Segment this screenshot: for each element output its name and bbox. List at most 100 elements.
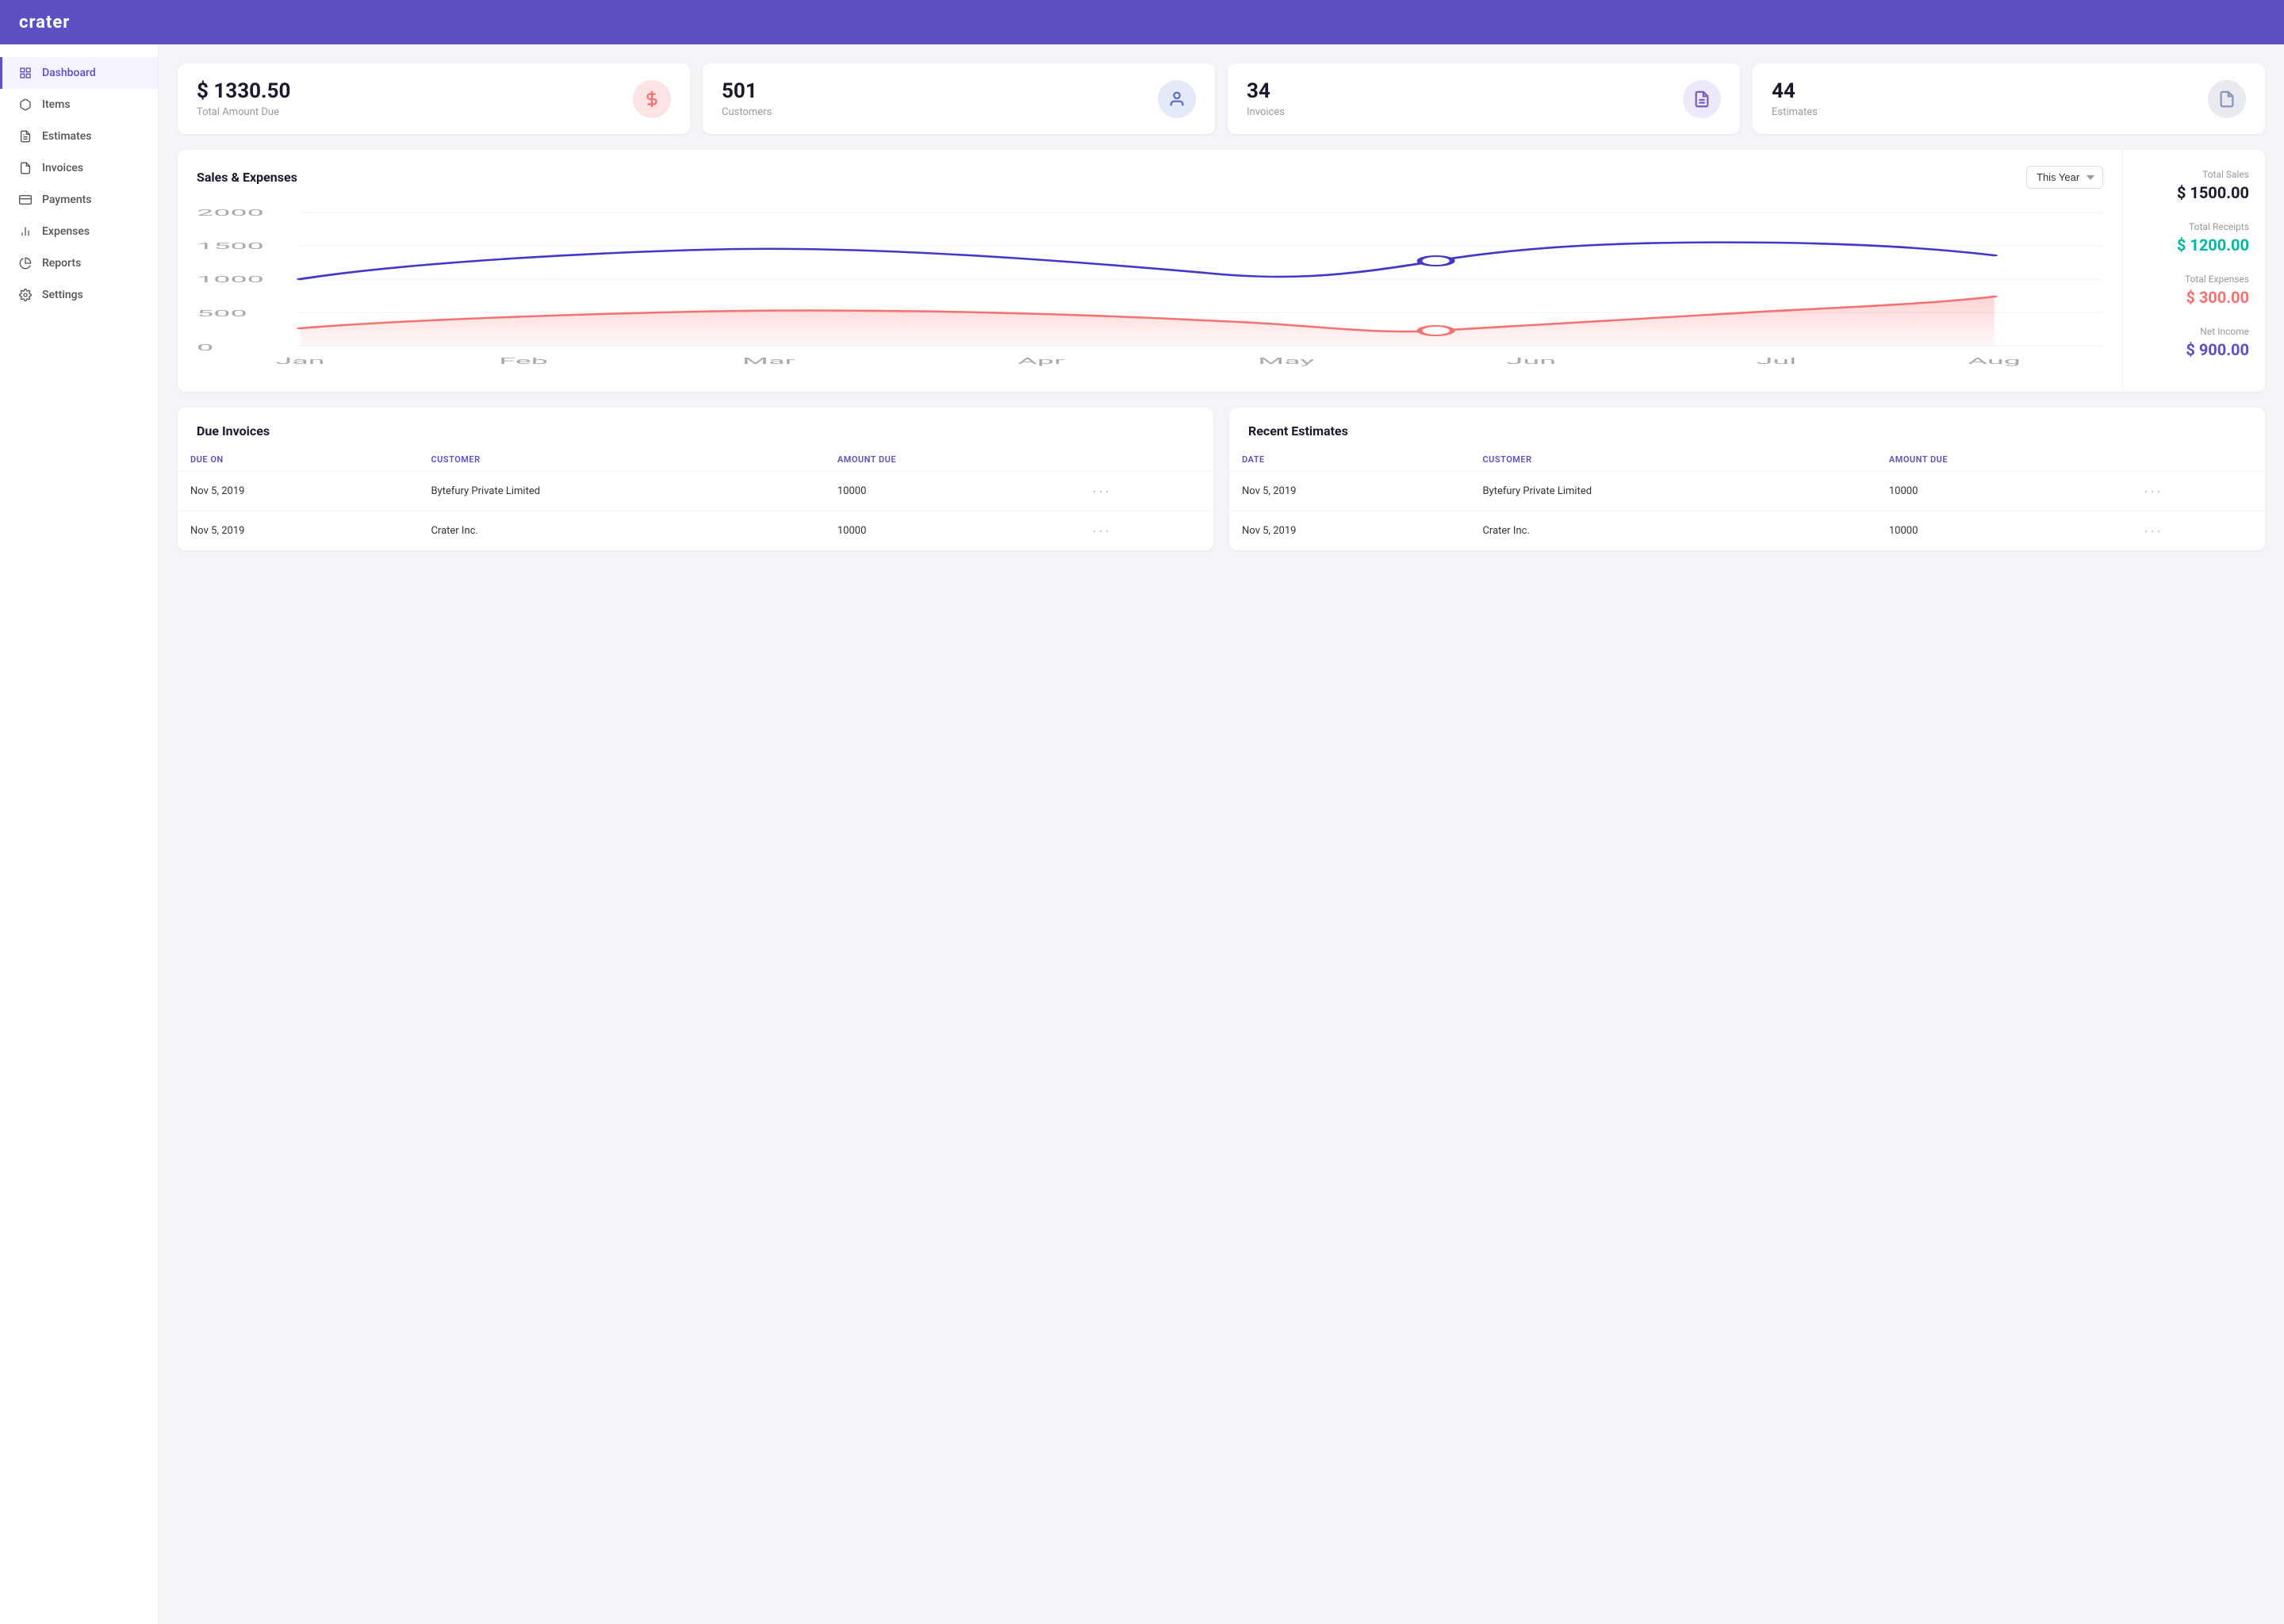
sidebar-label-dashboard: Dashboard	[42, 67, 96, 79]
grid-icon	[18, 66, 33, 80]
due-invoices-thead: DUE ON CUSTOMER AMOUNT DUE	[178, 448, 1213, 472]
due-invoices-title: Due Invoices	[178, 408, 1213, 448]
chart-stat-total-expenses: Total Expenses $ 300.00	[2139, 274, 2249, 307]
due-on-cell: Nov 5, 2019	[178, 511, 418, 551]
sidebar-item-estimates[interactable]: Estimates	[0, 121, 158, 152]
file-icon	[18, 161, 33, 175]
sidebar-item-expenses[interactable]: Expenses	[0, 216, 158, 247]
sidebar-item-settings[interactable]: Settings	[0, 279, 158, 311]
customer-cell: Crater Inc.	[418, 511, 824, 551]
chart-stat-total-receipts: Total Receipts $ 1200.00	[2139, 221, 2249, 255]
user-icon	[1158, 80, 1196, 118]
sidebar-label-invoices: Invoices	[42, 162, 83, 174]
chart-stats-panel: Total Sales $ 1500.00 Total Receipts $ 1…	[2122, 150, 2265, 392]
amount-cell: 10000	[825, 472, 1079, 511]
svg-text:Feb: Feb	[499, 356, 548, 366]
col-actions	[2131, 448, 2265, 472]
col-amount-due: AMOUNT DUE	[1876, 448, 2131, 472]
sidebar-item-payments[interactable]: Payments	[0, 184, 158, 216]
col-amount-due: AMOUNT DUE	[825, 448, 1079, 472]
chart-svg: 2000 1500 1000 500 0	[197, 201, 2103, 376]
chart-section: Sales & Expenses This Year Last Year 200…	[178, 150, 2265, 392]
table-row: Nov 5, 2019 Bytefury Private Limited 100…	[178, 472, 1213, 511]
main-content: $ 1330.50 Total Amount Due 501 Customers…	[159, 44, 2284, 1624]
amount-cell: 10000	[1876, 472, 2131, 511]
top-header: crater	[0, 0, 2284, 44]
due-on-cell: Nov 5, 2019	[178, 472, 418, 511]
sidebar-label-reports: Reports	[42, 257, 81, 270]
more-button[interactable]: ···	[1092, 483, 1111, 500]
tables-section: Due Invoices DUE ON CUSTOMER AMOUNT DUE …	[178, 408, 2265, 550]
chart-stat-value: $ 900.00	[2139, 340, 2249, 359]
stat-card-info-total-amount-due: $ 1330.50 Total Amount Due	[197, 79, 290, 118]
recent-estimates-card: Recent Estimates DATE CUSTOMER AMOUNT DU…	[1229, 408, 2265, 550]
stat-label-estimates: Estimates	[1772, 106, 1818, 118]
customer-cell: Crater Inc.	[1470, 511, 1876, 551]
sidebar-item-items[interactable]: Items	[0, 89, 158, 121]
sidebar-item-reports[interactable]: Reports	[0, 247, 158, 279]
chart-stat-label: Net Income	[2139, 326, 2249, 337]
due-invoices-card: Due Invoices DUE ON CUSTOMER AMOUNT DUE …	[178, 408, 1213, 550]
sidebar-item-invoices[interactable]: Invoices	[0, 152, 158, 184]
svg-text:Mar: Mar	[742, 356, 795, 366]
amount-cell: 10000	[1876, 511, 2131, 551]
table-row: Nov 5, 2019 Crater Inc. 10000 ···	[1229, 511, 2265, 551]
svg-text:Jun: Jun	[1507, 356, 1557, 366]
chart-stat-label: Total Sales	[2139, 169, 2249, 180]
bar-chart-icon	[18, 224, 33, 239]
chart-stat-total-sales: Total Sales $ 1500.00	[2139, 169, 2249, 202]
invoice-icon	[1683, 80, 1721, 118]
stat-label-customers: Customers	[722, 106, 772, 118]
svg-text:May: May	[1258, 356, 1314, 366]
box-icon	[18, 98, 33, 112]
due-invoices-tbody: Nov 5, 2019 Bytefury Private Limited 100…	[178, 472, 1213, 551]
svg-text:2000: 2000	[197, 208, 264, 218]
stat-value-customers: 501	[722, 79, 772, 103]
year-select[interactable]: This Year Last Year	[2026, 166, 2103, 189]
col-customer: CUSTOMER	[418, 448, 824, 472]
stat-card-info-estimates: 44 Estimates	[1772, 79, 1818, 118]
more-button[interactable]: ···	[2144, 483, 2163, 500]
stat-value-estimates: 44	[1772, 79, 1818, 103]
chart-stat-value: $ 1200.00	[2139, 236, 2249, 255]
stat-card-invoices: 34 Invoices	[1228, 63, 1740, 134]
chart-stat-value: $ 1500.00	[2139, 183, 2249, 202]
col-customer: CUSTOMER	[1470, 448, 1876, 472]
amount-cell: 10000	[825, 511, 1079, 551]
table-row: Nov 5, 2019 Bytefury Private Limited 100…	[1229, 472, 2265, 511]
stat-value-invoices: 34	[1247, 79, 1285, 103]
actions-cell: ···	[1079, 472, 1213, 511]
chart-main: Sales & Expenses This Year Last Year 200…	[178, 150, 2122, 392]
date-cell: Nov 5, 2019	[1229, 472, 1470, 511]
svg-text:1500: 1500	[197, 241, 264, 251]
sidebar-label-expenses: Expenses	[42, 225, 90, 238]
credit-card-icon	[18, 193, 33, 207]
sidebar-label-estimates: Estimates	[42, 130, 91, 143]
chart-title: Sales & Expenses	[197, 170, 297, 185]
col-actions	[1079, 448, 1213, 472]
chart-canvas: 2000 1500 1000 500 0	[197, 201, 2103, 376]
stat-cards: $ 1330.50 Total Amount Due 501 Customers…	[178, 63, 2265, 134]
recent-estimates-thead: DATE CUSTOMER AMOUNT DUE	[1229, 448, 2265, 472]
svg-text:Aug: Aug	[1968, 356, 2020, 366]
recent-estimates-title: Recent Estimates	[1229, 408, 2265, 448]
estimate-icon	[2208, 80, 2246, 118]
stat-card-customers: 501 Customers	[703, 63, 1215, 134]
actions-cell: ···	[2131, 511, 2265, 551]
pie-chart-icon	[18, 256, 33, 270]
more-button[interactable]: ···	[1092, 523, 1111, 539]
stat-card-info-invoices: 34 Invoices	[1247, 79, 1285, 118]
sidebar-item-dashboard[interactable]: Dashboard	[0, 57, 158, 89]
sidebar-label-settings: Settings	[42, 289, 83, 301]
app-body: Dashboard Items Estimates Invoices Payme…	[0, 44, 2284, 1624]
gear-icon	[18, 288, 33, 302]
recent-estimates-table: DATE CUSTOMER AMOUNT DUE Nov 5, 2019 Byt…	[1229, 448, 2265, 550]
more-button[interactable]: ···	[2144, 523, 2163, 539]
svg-text:0: 0	[197, 343, 213, 353]
dollar-icon	[633, 80, 671, 118]
chart-stat-label: Total Receipts	[2139, 221, 2249, 232]
stat-label-total-amount-due: Total Amount Due	[197, 106, 290, 118]
chart-stat-label: Total Expenses	[2139, 274, 2249, 285]
file-text-icon	[18, 129, 33, 144]
svg-text:Apr: Apr	[1017, 356, 1064, 366]
